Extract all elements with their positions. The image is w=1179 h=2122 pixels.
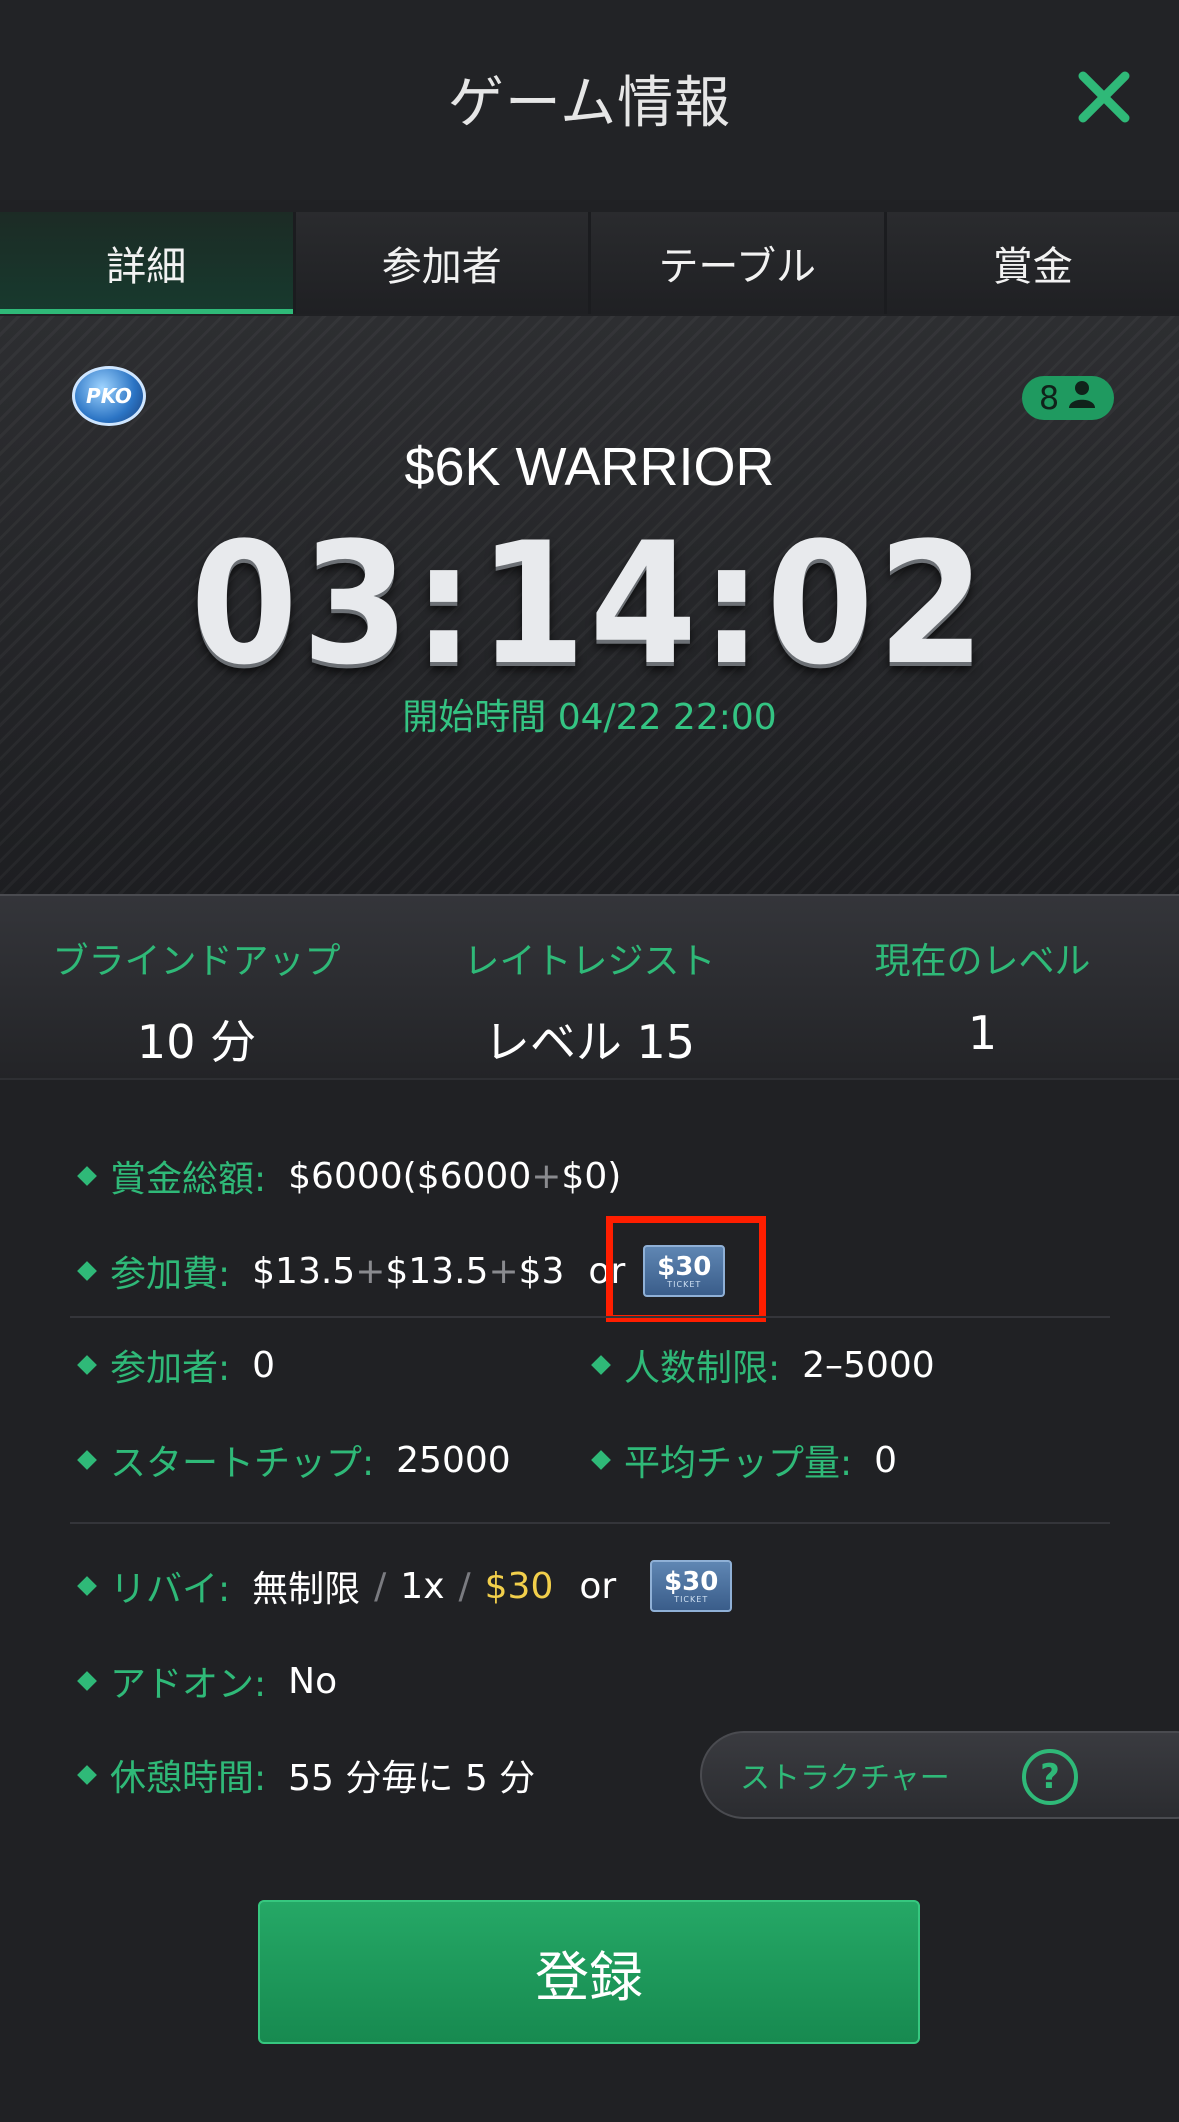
countdown-timer: 03:14:02	[190, 506, 989, 702]
plus-sign: +	[531, 1155, 562, 1197]
entrants-value: 0	[252, 1344, 276, 1386]
diamond-icon	[591, 1355, 611, 1375]
stat-label: ブラインドアップ	[52, 941, 341, 982]
ticket-caption: TICKET	[674, 1594, 709, 1604]
avg-chips-label: 平均チップ量:	[624, 1443, 853, 1484]
avg-chips-row: 平均チップ量: 0	[591, 1430, 898, 1490]
entry-fee-rake: $3	[518, 1250, 565, 1292]
player-count: 8	[1038, 379, 1060, 417]
diamond-icon	[77, 1261, 97, 1281]
tournament-name: $6K WARRIOR	[404, 437, 775, 497]
diamond-icon	[77, 1166, 97, 1186]
rebuy-cost: $30	[484, 1565, 554, 1607]
player-limit-value: 2–5000	[802, 1344, 935, 1386]
stat-label: 現在のレベル	[874, 941, 1091, 982]
addon-row: アドオン: No	[77, 1651, 338, 1711]
pko-badge-icon: PKO	[72, 366, 146, 426]
stat-value: レベル 15	[483, 1015, 696, 1069]
player-count-badge: 8	[1022, 376, 1114, 420]
slash: /	[374, 1565, 387, 1607]
prize-pool-row: 賞金総額: $6000 ($6000 + $0)	[77, 1146, 622, 1206]
plus-sign: +	[488, 1250, 519, 1292]
close-icon[interactable]	[1075, 68, 1133, 126]
addon-value: No	[288, 1660, 338, 1702]
stat-current-level: 現在のレベル 1	[786, 896, 1179, 1078]
ticket-amount: $30	[664, 1566, 719, 1597]
structure-button[interactable]: ストラクチャー ?	[700, 1731, 1179, 1819]
player-limit-label: 人数制限:	[624, 1348, 781, 1389]
diamond-icon	[77, 1576, 97, 1596]
stat-label: レイトレジスト	[463, 941, 716, 982]
tab-participants[interactable]: 参加者	[295, 212, 591, 314]
start-chips-value: 25000	[396, 1439, 511, 1481]
tab-details[interactable]: 詳細	[0, 212, 296, 314]
prize-pool-label: 賞金総額:	[110, 1159, 267, 1200]
prize-pool-overlay: $0)	[561, 1155, 622, 1197]
player-limit-row: 人数制限: 2–5000	[591, 1335, 935, 1395]
start-time: 開始時間 04/22 22:00	[402, 697, 777, 738]
diamond-icon	[77, 1355, 97, 1375]
rebuy-limit: 無制限	[252, 1569, 361, 1610]
avg-chips-value: 0	[874, 1439, 898, 1481]
divider	[70, 1316, 1110, 1318]
rebuy-label: リバイ:	[110, 1569, 231, 1610]
stat-blind-up: ブラインドアップ 10 分	[0, 896, 393, 1078]
stats-bar: ブラインドアップ 10 分 レイトレジスト レベル 15 現在のレベル 1	[0, 894, 1179, 1080]
plus-sign: +	[355, 1250, 386, 1292]
tournament-hero: PKO 8 $6K WARRIOR 03:14:02 開始時間 04/22 22…	[0, 316, 1179, 894]
start-chips-row: スタートチップ: 25000	[77, 1430, 511, 1490]
or-text: or	[579, 1565, 617, 1607]
entrants-row: 参加者: 0	[77, 1335, 276, 1395]
register-button[interactable]: 登録	[258, 1900, 920, 2044]
highlight-box	[606, 1216, 766, 1322]
divider	[70, 1522, 1110, 1524]
stat-late-register: レイトレジスト レベル 15	[393, 896, 786, 1078]
tab-tables[interactable]: テーブル	[591, 212, 887, 314]
tab-bar: 詳細 参加者 テーブル 賞金	[0, 212, 1179, 314]
rebuy-times: 1x	[400, 1565, 445, 1607]
page-title: ゲーム情報	[447, 71, 732, 136]
ticket-icon[interactable]: $30 TICKET	[650, 1560, 733, 1612]
diamond-icon	[77, 1450, 97, 1470]
stat-value: 1	[967, 1006, 998, 1060]
person-icon	[1067, 379, 1097, 417]
break-label: 休憩時間:	[110, 1758, 267, 1799]
structure-label: ストラクチャー	[740, 1761, 950, 1796]
tab-prizes[interactable]: 賞金	[886, 212, 1179, 314]
slash: /	[458, 1565, 471, 1607]
rebuy-row: リバイ: 無制限 / 1x / $30 or $30 TICKET	[77, 1556, 733, 1616]
stat-value: 10 分	[136, 1015, 257, 1069]
diamond-icon	[591, 1450, 611, 1470]
prize-pool-base: ($6000	[402, 1155, 532, 1197]
break-row: 休憩時間: 55 分毎に 5 分	[77, 1745, 536, 1805]
break-value: 55 分毎に 5 分	[288, 1758, 536, 1799]
start-chips-label: スタートチップ:	[110, 1443, 375, 1484]
header: ゲーム情報	[0, 0, 1179, 200]
diamond-icon	[77, 1671, 97, 1691]
addon-label: アドオン:	[110, 1664, 267, 1705]
entry-fee-buyin: $13.5	[252, 1250, 356, 1292]
help-icon[interactable]: ?	[1022, 1749, 1078, 1805]
entry-fee-label: 参加費:	[110, 1254, 231, 1295]
prize-pool-value: $6000	[288, 1155, 403, 1197]
entry-fee-bounty: $13.5	[385, 1250, 489, 1292]
diamond-icon	[77, 1765, 97, 1785]
entrants-label: 参加者:	[110, 1348, 231, 1389]
